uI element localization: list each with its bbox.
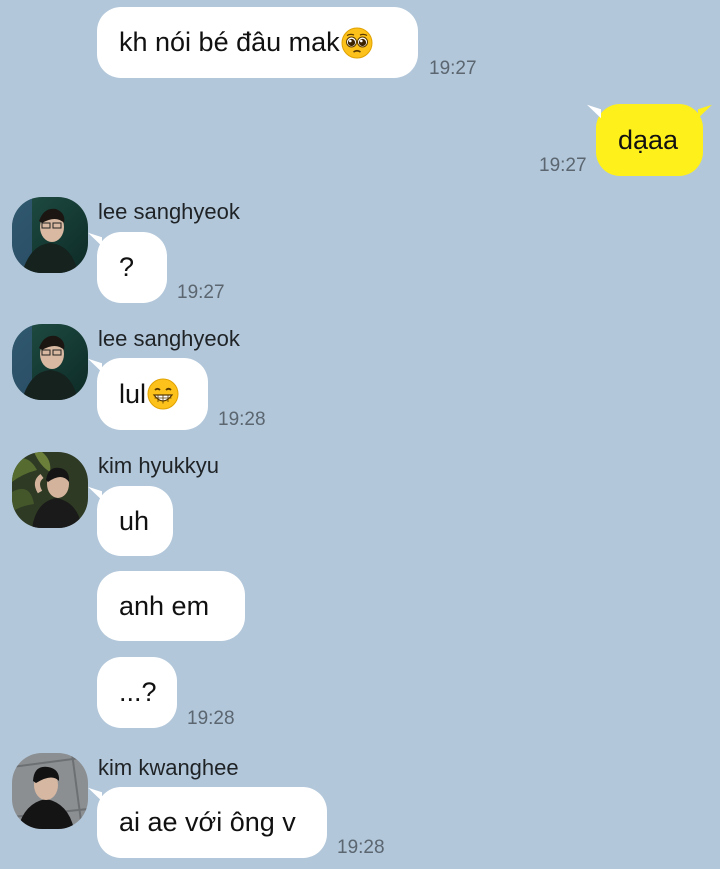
message-bubble[interactable]: uh (97, 486, 173, 556)
outgoing-message-bubble[interactable]: dạaa (596, 104, 703, 176)
message-time: 19:28 (187, 708, 235, 729)
grinning-face-emoji (147, 378, 179, 410)
message-bubble[interactable]: ...? (97, 657, 177, 728)
message-bubble[interactable]: ai ae với ông v (97, 787, 327, 858)
message-bubble[interactable]: anh em (97, 571, 245, 641)
sender-name: lee sanghyeok (98, 326, 240, 351)
message-bubble[interactable]: kh nói bé đâu mak (97, 7, 418, 78)
avatar[interactable] (12, 324, 88, 400)
pleading-face-emoji (341, 27, 373, 59)
message-bubble[interactable]: lul (97, 358, 208, 430)
avatar[interactable] (12, 753, 88, 829)
message-text: ? (119, 252, 135, 282)
message-text: uh (119, 505, 150, 536)
message-text: ai ae với ông v (119, 807, 296, 837)
message-text: ...? (119, 677, 157, 707)
sender-name: kim kwanghee (98, 755, 239, 780)
avatar[interactable] (12, 452, 88, 528)
message-time: 19:27 (177, 282, 225, 303)
message-text: lul (119, 378, 147, 409)
message-time: 19:27 (539, 155, 587, 176)
message-bubble[interactable]: ? (97, 232, 167, 303)
message-time: 19:28 (337, 837, 385, 858)
message-text: dạaa (618, 124, 679, 155)
message-text: anh em (119, 590, 210, 621)
message-time: 19:27 (429, 58, 477, 79)
message-text: kh nói bé đâu mak (119, 27, 340, 57)
sender-name: kim hyukkyu (98, 453, 220, 478)
sender-name: lee sanghyeok (98, 199, 240, 224)
avatar[interactable] (12, 197, 88, 273)
message-time: 19:28 (218, 409, 266, 430)
